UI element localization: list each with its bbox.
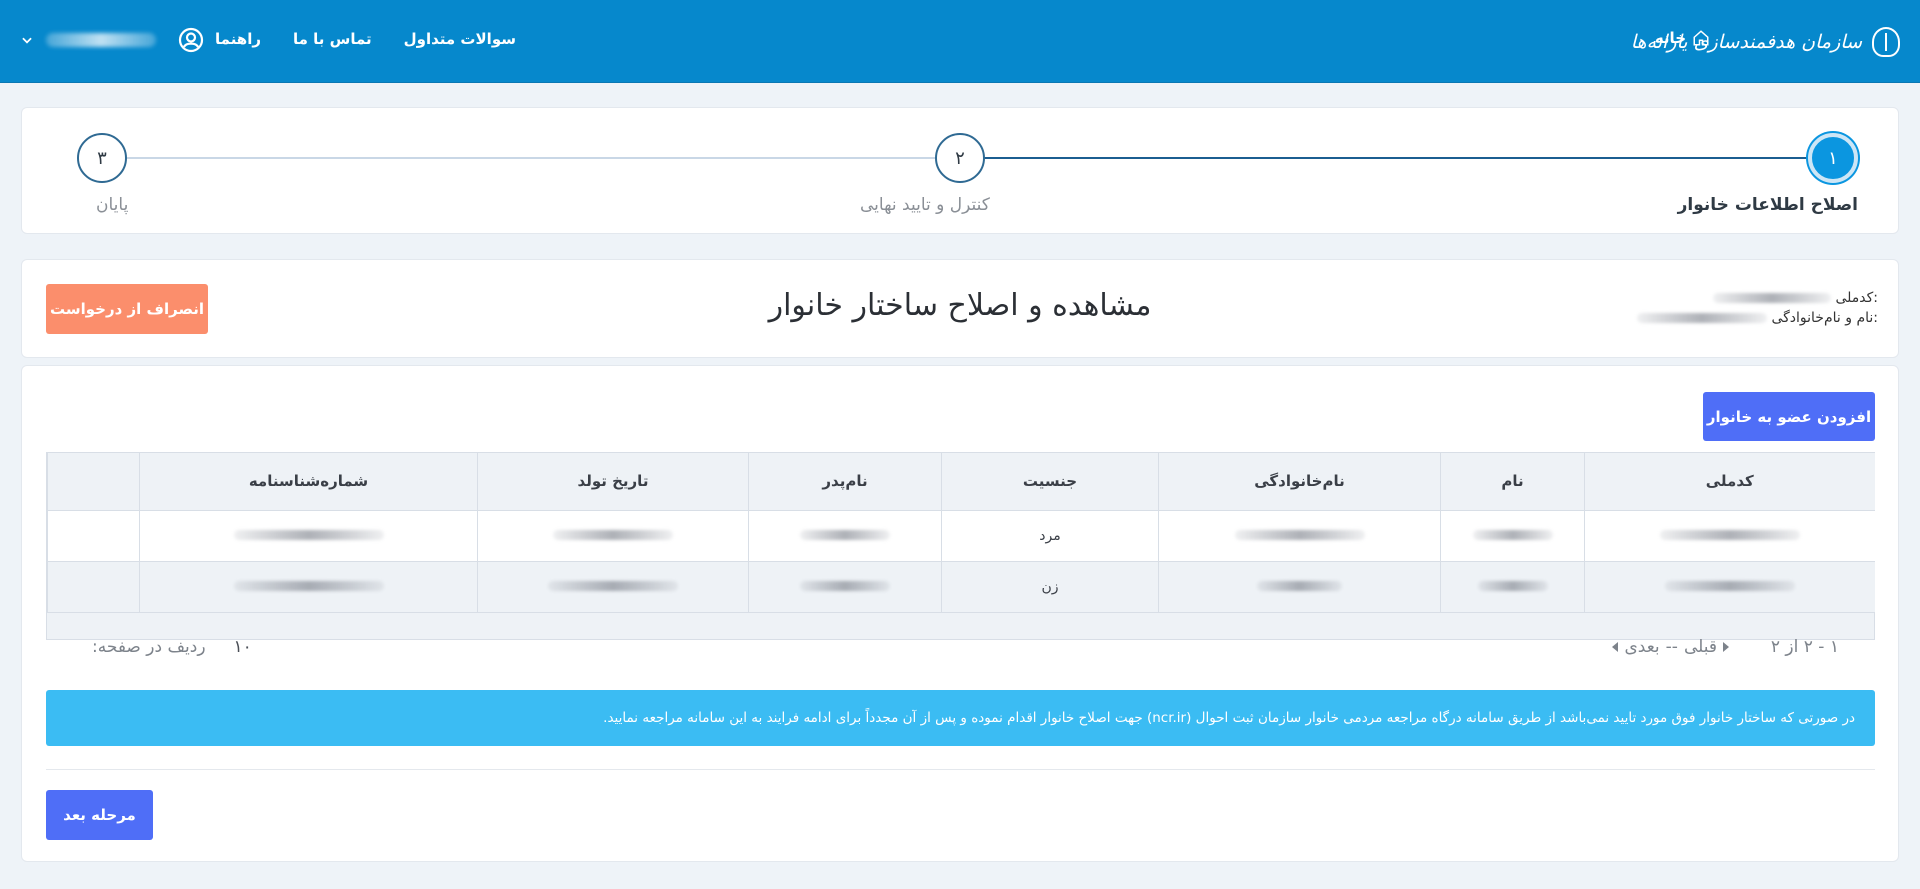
cell-redacted [1234, 529, 1365, 540]
table-row: مرد [47, 510, 1875, 562]
step-label-3: پایان [96, 195, 129, 215]
cell-redacted [233, 580, 384, 591]
table-pager: ۱ - ۲ از ۲ قبلی -- بعدی ردیف در صفحه: ۱۰ [47, 619, 1874, 675]
table-header-row: کدملی نام نام‌خانوادگی جنسیت نام‌پدر تار… [47, 453, 1875, 511]
pager-nav: قبلی -- بعدی [1612, 637, 1729, 657]
rows-per-page-select[interactable]: ۱۰ [234, 637, 252, 657]
add-member-button[interactable]: افزودن عضو به خانوار [1703, 392, 1875, 441]
table-row: زن [47, 561, 1875, 613]
cell-gender: مرد [941, 510, 1159, 562]
step-label-2: کنترل و تایید نهایی [860, 195, 990, 215]
step-circle-3: ۳ [77, 133, 127, 183]
step-label-1: اصلاح اطلاعات خانوار [1677, 195, 1858, 215]
cell-actions [47, 510, 140, 562]
cell-gender: زن [941, 561, 1159, 613]
chevron-down-icon[interactable] [20, 33, 34, 47]
cancel-request-button[interactable]: انصراف از درخواست [46, 284, 208, 334]
rows-per-page: ردیف در صفحه: ۱۰ [92, 637, 252, 657]
cell-redacted [1257, 580, 1342, 591]
cell-redacted [1659, 529, 1800, 540]
step-line-completed [982, 157, 1812, 159]
nav-guide[interactable]: راهنما [215, 30, 261, 48]
nav-contact[interactable]: تماس با ما [293, 30, 372, 48]
divider [46, 769, 1875, 770]
cell-redacted [800, 529, 890, 540]
rows-per-page-label: ردیف در صفحه: [92, 637, 206, 657]
cell-redacted [1472, 529, 1553, 540]
header-id-number[interactable]: شماره‌شناسنامه [139, 453, 478, 511]
header-actions [47, 453, 140, 511]
pager-separator: -- [1665, 637, 1678, 657]
step-line-pending [127, 157, 957, 159]
pager-range: ۱ - ۲ از ۲ [1770, 637, 1839, 657]
pager-prev[interactable]: قبلی [1684, 637, 1717, 657]
user-menu[interactable] [20, 27, 204, 53]
nav-links: سوالات متداول تماس با ما راهنما [215, 30, 516, 48]
info-notice: در صورتی که ساختار خانوار فوق مورد تایید… [46, 690, 1875, 746]
header-national-code[interactable]: کدملی [1584, 453, 1875, 511]
cell-redacted [1477, 580, 1548, 591]
header-first-name[interactable]: نام [1440, 453, 1585, 511]
cell-redacted [233, 529, 384, 540]
header-father-name[interactable]: نام‌پدر [748, 453, 942, 511]
next-arrow-icon[interactable] [1612, 642, 1619, 652]
main-card: افزودن عضو به خانوار کدملی نام نام‌خانوا… [21, 365, 1899, 862]
user-avatar-icon[interactable] [178, 27, 204, 53]
cell-redacted [553, 529, 673, 540]
stepper: ۱ اصلاح اطلاعات خانوار ۲ کنترل و تایید ن… [21, 107, 1899, 234]
step-circle-2: ۲ [935, 133, 985, 183]
family-table: کدملی نام نام‌خانوادگی جنسیت نام‌پدر تار… [46, 452, 1875, 657]
page-title: مشاهده و اصلاح ساختار خانوار [768, 288, 1152, 323]
cell-redacted [800, 580, 890, 591]
cell-redacted [1664, 580, 1795, 591]
home-link[interactable]: خانه [1655, 29, 1710, 47]
cell-redacted [548, 580, 678, 591]
header-birth-date[interactable]: تاریخ تولد [477, 453, 749, 511]
header-gender[interactable]: جنسیت [941, 453, 1159, 511]
user-name-redacted [46, 33, 156, 47]
top-header: سازمان هدفمندسازی یارانه‌ها خانه سوالات … [0, 0, 1920, 83]
title-card: کدملی: نام و نام‌خانوادگی: مشاهده و اصلا… [21, 259, 1899, 358]
emblem-icon [1872, 27, 1900, 57]
home-label: خانه [1654, 29, 1686, 47]
pager-next[interactable]: بعدی [1624, 637, 1659, 657]
home-icon [1693, 30, 1709, 46]
step-circle-1: ۱ [1808, 133, 1858, 183]
prev-arrow-icon[interactable] [1723, 642, 1729, 652]
cell-actions [47, 561, 140, 613]
nav-faq[interactable]: سوالات متداول [404, 30, 516, 48]
next-step-button[interactable]: مرحله بعد [46, 790, 153, 840]
header-last-name[interactable]: نام‌خانوادگی [1158, 453, 1441, 511]
